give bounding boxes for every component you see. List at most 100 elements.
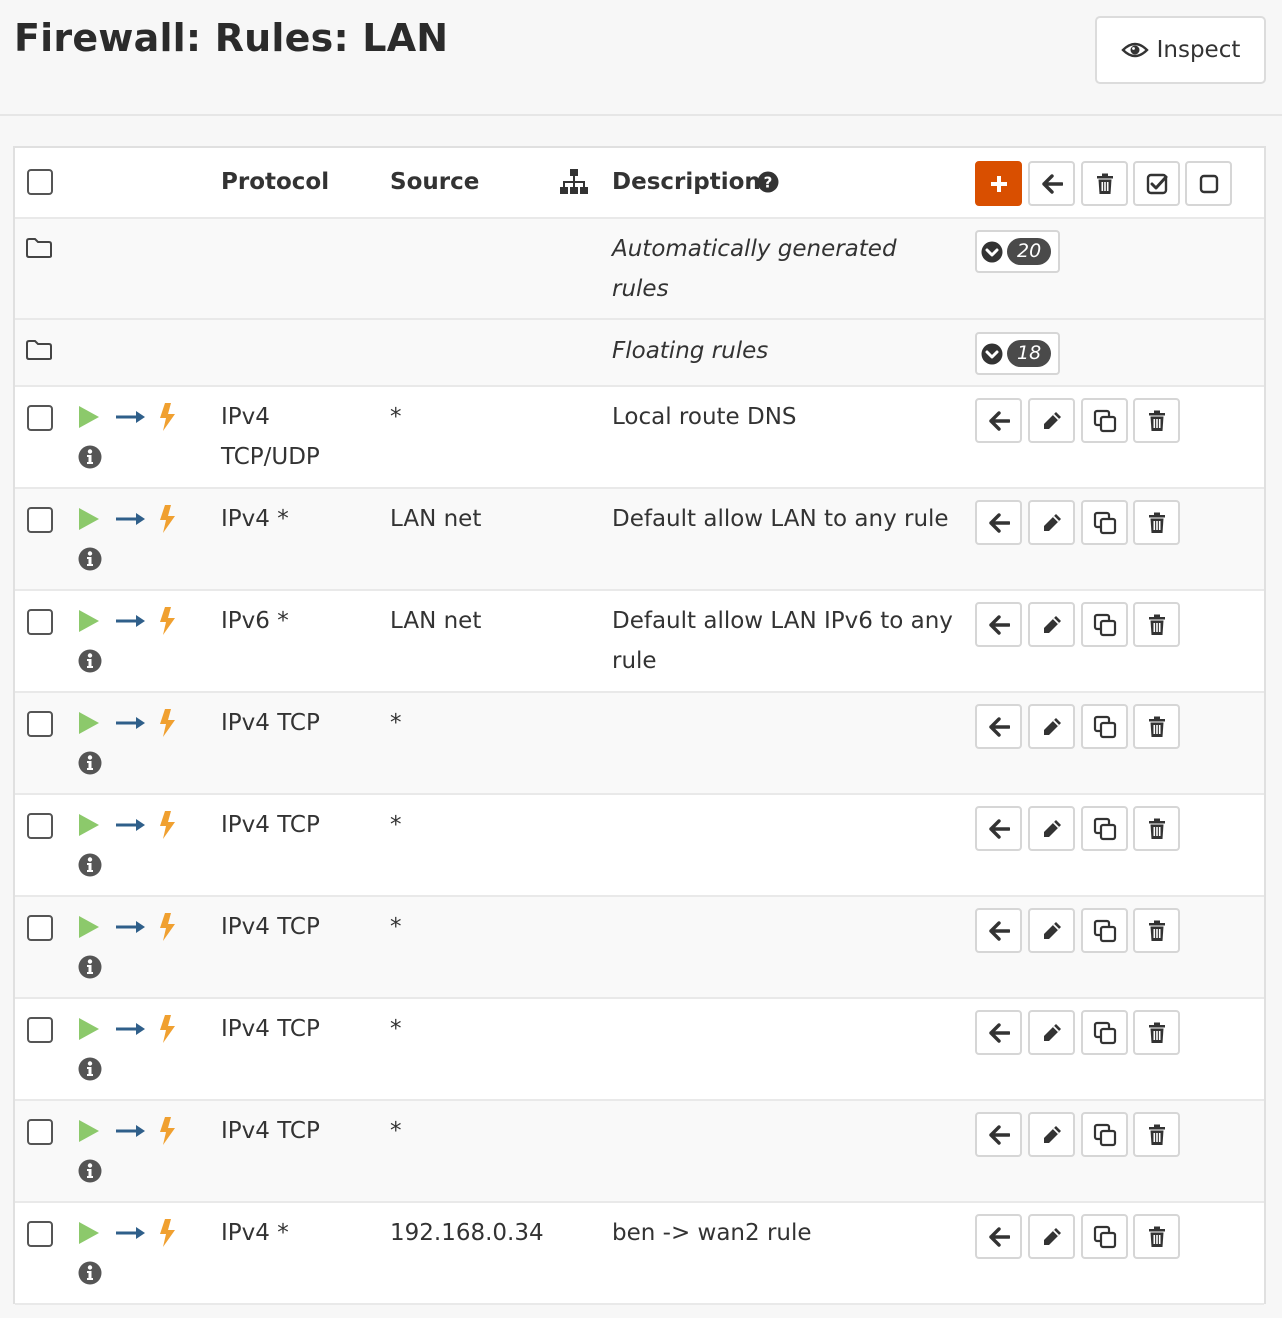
rule-checkbox[interactable] (27, 813, 53, 839)
group-row-automatic[interactable]: Automatically generated rules 20 (15, 219, 1264, 320)
play-icon[interactable] (78, 915, 100, 939)
rule-checkbox[interactable] (27, 1221, 53, 1247)
edit-rule-button[interactable] (1028, 1010, 1075, 1055)
delete-rule-button[interactable] (1133, 1010, 1180, 1055)
delete-rule-button[interactable] (1133, 704, 1180, 749)
clone-rule-button[interactable] (1081, 602, 1128, 647)
edit-rule-button[interactable] (1028, 1214, 1075, 1259)
move-before-button[interactable] (975, 398, 1022, 443)
info-circle-icon[interactable] (78, 853, 102, 877)
bolt-icon[interactable] (159, 504, 177, 534)
rule-count-badge: 20 (1007, 238, 1052, 265)
clone-rule-button[interactable] (1081, 806, 1128, 851)
rule-checkbox[interactable] (27, 609, 53, 635)
play-icon[interactable] (78, 1017, 100, 1041)
long-arrow-right-icon[interactable] (116, 920, 146, 934)
bolt-icon[interactable] (159, 1218, 177, 1248)
clone-rule-button[interactable] (1081, 704, 1128, 749)
delete-selected-button[interactable] (1081, 161, 1128, 206)
delete-rule-button[interactable] (1133, 1214, 1180, 1259)
delete-rule-button[interactable] (1133, 908, 1180, 953)
bolt-icon[interactable] (159, 708, 177, 738)
rule-checkbox[interactable] (27, 1119, 53, 1145)
edit-rule-button[interactable] (1028, 602, 1075, 647)
info-circle-icon[interactable] (78, 649, 102, 673)
clone-rule-button[interactable] (1081, 1214, 1128, 1259)
add-rule-button[interactable] (975, 161, 1022, 206)
edit-rule-button[interactable] (1028, 500, 1075, 545)
play-icon[interactable] (78, 1221, 100, 1245)
move-before-button[interactable] (975, 1010, 1022, 1055)
source-header[interactable]: Source (390, 162, 479, 202)
clone-rule-button[interactable] (1081, 500, 1128, 545)
play-icon[interactable] (78, 711, 100, 735)
info-circle-icon[interactable] (78, 955, 102, 979)
group-label: Floating rules (612, 338, 769, 364)
inspect-button[interactable]: Inspect (1095, 16, 1266, 84)
move-before-button[interactable] (975, 1214, 1022, 1259)
move-before-button[interactable] (975, 704, 1022, 749)
expand-group-button[interactable]: 20 (975, 230, 1060, 273)
play-icon[interactable] (78, 507, 100, 531)
pencil-icon (1043, 615, 1061, 633)
description-cell: ben -> wan2 rule (612, 1220, 812, 1246)
select-all-checkbox[interactable] (27, 169, 53, 195)
info-circle-icon[interactable] (78, 1159, 102, 1183)
long-arrow-right-icon[interactable] (116, 716, 146, 730)
rule-checkbox[interactable] (27, 507, 53, 533)
enable-selected-button[interactable] (1133, 161, 1180, 206)
delete-rule-button[interactable] (1133, 398, 1180, 443)
move-before-button[interactable] (975, 806, 1022, 851)
protocol-header[interactable]: Protocol (221, 162, 329, 202)
move-before-button[interactable] (975, 602, 1022, 647)
info-circle-icon[interactable] (78, 547, 102, 571)
play-icon[interactable] (78, 813, 100, 837)
bolt-icon[interactable] (159, 1116, 177, 1146)
delete-rule-button[interactable] (1133, 1112, 1180, 1157)
play-icon[interactable] (78, 405, 100, 429)
delete-rule-button[interactable] (1133, 806, 1180, 851)
move-before-button[interactable] (975, 908, 1022, 953)
rule-checkbox[interactable] (27, 915, 53, 941)
clone-rule-button[interactable] (1081, 908, 1128, 953)
long-arrow-right-icon[interactable] (116, 410, 146, 424)
edit-rule-button[interactable] (1028, 806, 1075, 851)
bolt-icon[interactable] (159, 606, 177, 636)
long-arrow-right-icon[interactable] (116, 818, 146, 832)
info-circle-icon[interactable] (78, 445, 102, 469)
disable-selected-button[interactable] (1185, 161, 1232, 206)
group-row-floating[interactable]: Floating rules 18 (15, 320, 1264, 387)
delete-rule-button[interactable] (1133, 602, 1180, 647)
move-before-button[interactable] (975, 1112, 1022, 1157)
info-circle-icon[interactable] (78, 751, 102, 775)
question-circle-icon[interactable]: ? (757, 171, 779, 193)
rule-checkbox[interactable] (27, 405, 53, 431)
move-before-button[interactable] (975, 500, 1022, 545)
bolt-icon[interactable] (159, 810, 177, 840)
edit-rule-button[interactable] (1028, 704, 1075, 749)
long-arrow-right-icon[interactable] (116, 512, 146, 526)
edit-rule-button[interactable] (1028, 1112, 1075, 1157)
long-arrow-right-icon[interactable] (116, 614, 146, 628)
long-arrow-right-icon[interactable] (116, 1022, 146, 1036)
move-selected-button[interactable] (1028, 161, 1075, 206)
expand-group-button[interactable]: 18 (975, 332, 1060, 375)
delete-rule-button[interactable] (1133, 500, 1180, 545)
clone-rule-button[interactable] (1081, 1112, 1128, 1157)
edit-rule-button[interactable] (1028, 908, 1075, 953)
long-arrow-right-icon[interactable] (116, 1226, 146, 1240)
rule-checkbox[interactable] (27, 1017, 53, 1043)
edit-rule-button[interactable] (1028, 398, 1075, 443)
play-icon[interactable] (78, 1119, 100, 1143)
bolt-icon[interactable] (159, 912, 177, 942)
clone-rule-button[interactable] (1081, 1010, 1128, 1055)
rule-checkbox[interactable] (27, 711, 53, 737)
play-icon[interactable] (78, 609, 100, 633)
description-header[interactable]: Description (612, 162, 761, 202)
clone-rule-button[interactable] (1081, 398, 1128, 443)
long-arrow-right-icon[interactable] (116, 1124, 146, 1138)
info-circle-icon[interactable] (78, 1057, 102, 1081)
info-circle-icon[interactable] (78, 1261, 102, 1285)
bolt-icon[interactable] (159, 402, 177, 432)
bolt-icon[interactable] (159, 1014, 177, 1044)
